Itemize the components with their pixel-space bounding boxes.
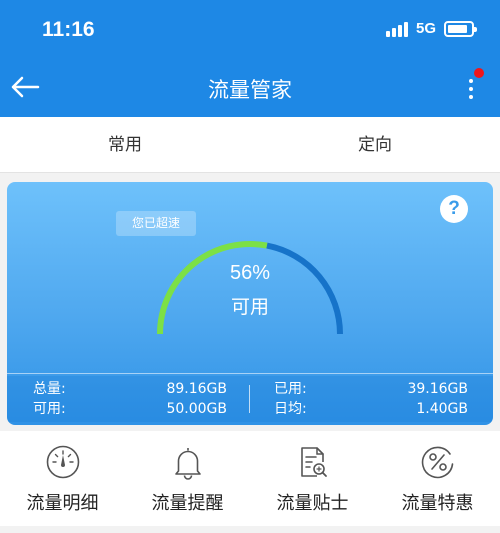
- gauge-available-arc: [157, 241, 268, 335]
- status-time: 11:16: [42, 18, 95, 41]
- tab-common[interactable]: 常用: [0, 117, 250, 172]
- menu-label-usage-alert: 流量提醒: [151, 493, 224, 514]
- menu-item-usage-deals[interactable]: 流量特惠: [375, 431, 500, 526]
- more-vertical-icon: [469, 79, 473, 103]
- available-percent: 56%: [229, 262, 271, 284]
- available-stat-label: 可用:: [33, 401, 66, 417]
- percent-icon: [421, 446, 453, 479]
- menu-label-usage-tips: 流量贴士: [276, 493, 349, 514]
- tab-bar: 常用 定向: [0, 117, 500, 173]
- daily-row: 日均: 1.40GB: [274, 399, 468, 419]
- menu-item-usage-detail[interactable]: 流量明细: [0, 431, 125, 526]
- menu-label-usage-detail: 流量明细: [26, 493, 99, 514]
- menu-item-usage-alert[interactable]: 流量提醒: [125, 431, 250, 526]
- used-row: 已用: 39.16GB: [274, 379, 468, 399]
- notification-dot: [474, 68, 484, 78]
- total-row: 总量: 89.16GB: [33, 379, 227, 399]
- gauge-icon: [46, 445, 79, 479]
- feature-menu: 流量明细 流量提醒 流量贴士 流量特惠: [0, 431, 500, 526]
- used-value: 39.16GB: [407, 381, 468, 397]
- available-label: 可用: [230, 296, 269, 318]
- tab-directional[interactable]: 定向: [250, 117, 500, 172]
- available-row: 可用: 50.00GB: [33, 399, 227, 419]
- app-header: 11:16 5G 流量管家: [0, 0, 500, 117]
- question-icon[interactable]: ?: [440, 195, 468, 223]
- menu-label-usage-deals: 流量特惠: [401, 493, 474, 514]
- total-label: 总量:: [33, 381, 66, 397]
- battery-icon: [444, 20, 477, 37]
- gauge-remaining-arc: [266, 242, 343, 335]
- status-indicators: 5G: [385, 20, 477, 37]
- page-title: 流量管家: [208, 78, 292, 102]
- signal-icon: [385, 21, 408, 37]
- available-stat-value: 50.00GB: [166, 401, 227, 417]
- menu-item-usage-tips[interactable]: 流量贴士: [250, 431, 375, 526]
- bell-icon: [174, 448, 201, 480]
- usage-stats: 总量: 89.16GB 可用: 50.00GB 已用: 39.16GB 日均: …: [7, 376, 493, 422]
- network-type: 5G: [415, 20, 436, 37]
- total-value: 89.16GB: [166, 381, 227, 397]
- stats-left: 总量: 89.16GB 可用: 50.00GB: [7, 376, 249, 422]
- used-label: 已用:: [274, 381, 307, 397]
- more-button[interactable]: [456, 68, 486, 106]
- over-speed-badge: 您已超速: [116, 211, 196, 236]
- document-search-icon: [300, 447, 327, 477]
- usage-card: ? 您已超速 56% 可用 总量: 89.16GB 可用: 50.00GB 已用…: [7, 182, 493, 425]
- card-divider: [7, 373, 493, 374]
- daily-value: 1.40GB: [416, 401, 468, 417]
- stats-right: 已用: 39.16GB 日均: 1.40GB: [250, 376, 493, 422]
- daily-label: 日均:: [274, 401, 307, 417]
